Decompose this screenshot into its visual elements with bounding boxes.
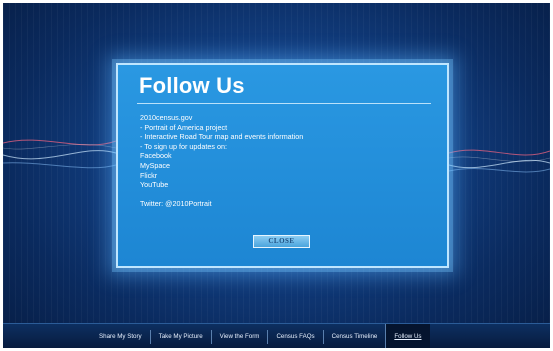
app-frame: Follow Us 2010census.gov - Portrait of A… (3, 3, 550, 348)
body-line-flickr: Flickr (140, 170, 158, 180)
nav-census-timeline[interactable]: Census Timeline (322, 329, 386, 344)
nav-items: Share My Story Take My Picture View the … (91, 324, 430, 348)
body-line-road-tour: - Interactive Road Tour map and events i… (140, 132, 304, 142)
body-line-twitter: Twitter: @2010Portrait (140, 198, 212, 208)
close-button[interactable]: CLOSE (253, 235, 310, 248)
nav-view-the-form[interactable]: View the Form (210, 329, 268, 344)
body-line-youtube: YouTube (140, 180, 169, 190)
dialog-title: Follow Us (139, 73, 245, 98)
title-divider (137, 103, 431, 104)
nav-follow-us[interactable]: Follow Us (385, 324, 430, 348)
nav-take-my-picture[interactable]: Take My Picture (149, 329, 211, 344)
nav-share-my-story[interactable]: Share My Story (91, 330, 150, 344)
bottom-nav-bar: Share My Story Take My Picture View the … (3, 323, 550, 348)
body-line-myspace: MySpace (140, 160, 170, 170)
nav-census-faqs[interactable]: Census FAQs (267, 329, 322, 344)
body-line-sign-up: - To sign up for updates on: (140, 141, 227, 151)
dialog-body: 2010census.gov - Portrait of America pro… (140, 113, 430, 208)
follow-us-dialog: Follow Us 2010census.gov - Portrait of A… (116, 63, 449, 268)
body-line-portrait: - Portrait of America project (140, 122, 228, 132)
body-line-facebook: Facebook (140, 151, 172, 161)
body-line-site: 2010census.gov (140, 113, 193, 122)
